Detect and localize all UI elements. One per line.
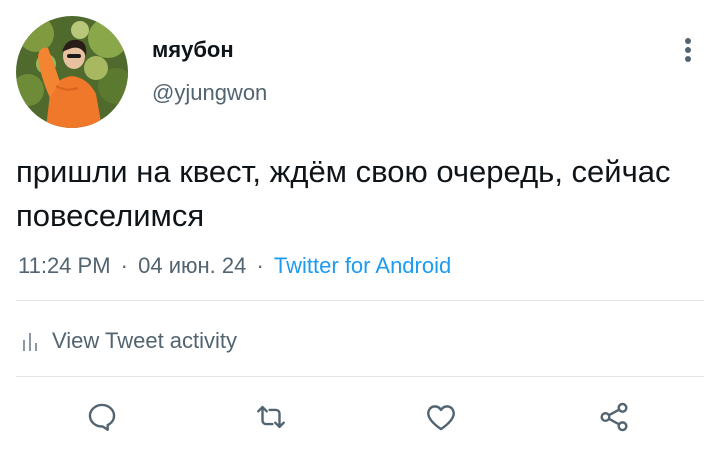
tweet-text: пришли на квест, ждём свою очередь, сейч… bbox=[16, 154, 671, 233]
divider bbox=[16, 300, 704, 301]
meta-separator: · bbox=[256, 253, 264, 278]
share-icon bbox=[600, 402, 628, 432]
reply-button[interactable] bbox=[84, 399, 120, 435]
view-tweet-activity-label: View Tweet activity bbox=[52, 328, 238, 353]
share-button[interactable] bbox=[596, 399, 632, 435]
more-vertical-icon bbox=[685, 38, 691, 62]
profile-photo-icon bbox=[16, 16, 128, 128]
tweet-date[interactable]: 04 июн. 24 bbox=[138, 253, 246, 278]
view-tweet-activity-button[interactable]: View Tweet activity bbox=[22, 326, 237, 356]
retweet-button[interactable] bbox=[253, 399, 289, 435]
divider bbox=[16, 376, 704, 377]
tweet-meta: 11:24 PM · 04 июн. 24 · Twitter for Andr… bbox=[18, 253, 451, 279]
tweet-time[interactable]: 11:24 PM bbox=[18, 253, 111, 278]
tweet-detail: мяубон @yjungwon пришли на квест, ждём с… bbox=[0, 0, 720, 468]
meta-separator: · bbox=[120, 253, 128, 278]
more-options-button[interactable] bbox=[672, 30, 704, 70]
like-button[interactable] bbox=[423, 399, 459, 435]
retweet-icon bbox=[257, 405, 285, 429]
reply-icon bbox=[88, 403, 116, 431]
avatar[interactable] bbox=[16, 16, 128, 128]
user-handle[interactable]: @yjungwon bbox=[152, 80, 267, 106]
heart-icon bbox=[427, 405, 455, 431]
tweet-source-link[interactable]: Twitter for Android bbox=[274, 253, 451, 278]
display-name[interactable]: мяубон bbox=[152, 37, 234, 63]
bar-chart-icon bbox=[23, 333, 37, 351]
